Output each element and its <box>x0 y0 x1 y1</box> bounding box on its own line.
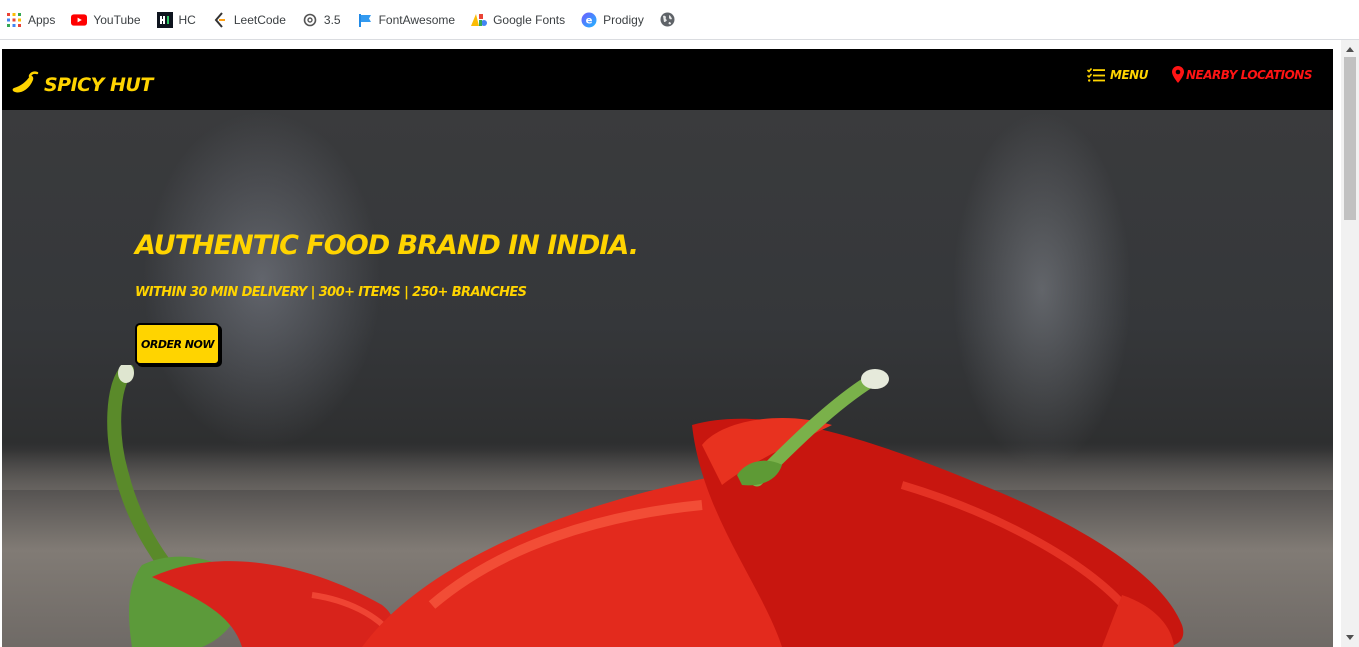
nav-menu-link[interactable]: Menu <box>1087 67 1148 82</box>
bookmark-apps[interactable]: Apps <box>6 6 64 34</box>
red-peppers-image <box>107 365 1184 647</box>
bookmark-label: Apps <box>28 12 56 27</box>
chili-icon <box>12 70 40 100</box>
scrollbar-thumb[interactable] <box>1344 57 1356 220</box>
scroll-up-arrow-icon[interactable] <box>1341 42 1359 57</box>
hc-icon <box>156 11 173 28</box>
hero-subtitle: Within 30 min delivery | 300+ items | 25… <box>135 285 527 300</box>
bookmark-label: FontAwesome <box>378 12 456 27</box>
prodigy-icon: e <box>581 12 597 28</box>
bookmark-prodigy[interactable]: e Prodigy <box>581 6 653 34</box>
brand-name: Spicy Hut <box>44 74 153 96</box>
bookmark-label: HC <box>178 12 196 27</box>
vertical-scrollbar[interactable] <box>1341 40 1359 647</box>
navbar: Spicy Hut Menu <box>2 49 1333 110</box>
brand-logo[interactable]: Spicy Hut <box>12 70 153 100</box>
bookmark-google-fonts[interactable]: Google Fonts <box>471 6 574 34</box>
bookmark-leetcode[interactable]: LeetCode <box>212 6 295 34</box>
map-pin-icon <box>1171 66 1184 83</box>
nav-locations-label: Nearby Locations <box>1185 67 1313 82</box>
hero-title: Authentic food brand in India. <box>135 230 639 261</box>
order-now-button[interactable]: Order Now <box>135 323 220 365</box>
list-check-icon <box>1087 67 1107 82</box>
flag-icon <box>357 12 373 28</box>
page-viewport: Spicy Hut Menu <box>2 49 1333 647</box>
openai-icon <box>302 12 318 28</box>
bookmark-label: LeetCode <box>233 12 286 27</box>
bookmark-label: YouTube <box>93 12 141 27</box>
globe-icon <box>660 12 676 28</box>
bookmark-hc[interactable]: HC <box>156 6 205 34</box>
bookmark-youtube[interactable]: YouTube <box>71 6 149 34</box>
apps-grid-icon <box>6 12 22 28</box>
bookmark-fontawesome[interactable]: FontAwesome <box>357 6 464 34</box>
bookmark-globe[interactable] <box>660 6 691 34</box>
hero-content: Authentic food brand in India. Within 30… <box>135 230 639 365</box>
hero-section: Authentic food brand in India. Within 30… <box>2 110 1333 647</box>
bookmark-openai[interactable]: 3.5 <box>302 6 350 34</box>
nav-links: Menu Nearby Locations <box>1063 66 1313 83</box>
bookmark-label: 3.5 <box>323 12 341 27</box>
google-fonts-icon <box>471 12 488 28</box>
scroll-down-arrow-icon[interactable] <box>1341 630 1359 645</box>
bookmark-label: Prodigy <box>603 12 644 27</box>
nav-menu-label: Menu <box>1110 67 1148 82</box>
bookmark-label: Google Fonts <box>493 12 566 27</box>
bookmarks-bar: Apps YouTube HC LeetCode 3.5 FontAwesome <box>0 0 1359 40</box>
svg-text:e: e <box>586 15 593 26</box>
leetcode-icon <box>212 11 228 28</box>
youtube-icon <box>71 12 88 28</box>
nav-locations-link[interactable]: Nearby Locations <box>1171 66 1313 83</box>
